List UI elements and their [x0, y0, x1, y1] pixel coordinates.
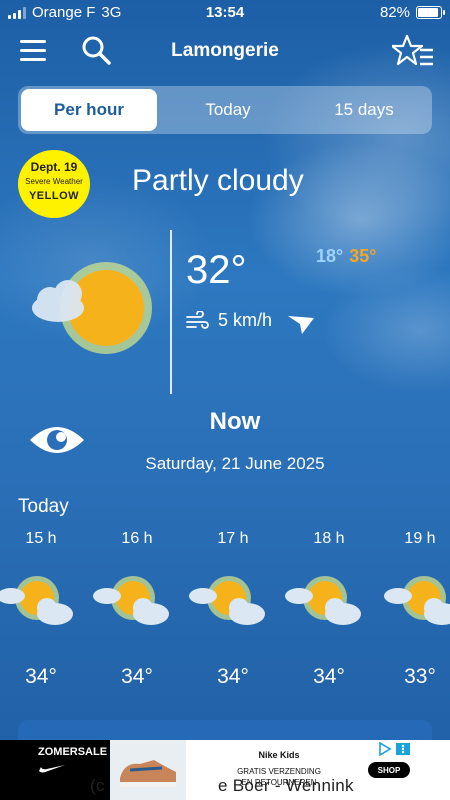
- hour-label: 19 h: [404, 530, 436, 547]
- hourly-item[interactable]: 17 h 34°: [188, 530, 278, 689]
- tab-per-hour[interactable]: Per hour: [21, 89, 157, 131]
- current-temperature: 32°: [186, 248, 247, 292]
- wind-direction-arrow-icon: [288, 316, 314, 334]
- hour-temperature: 34°: [121, 665, 153, 688]
- hour-temperature: 34°: [25, 665, 57, 688]
- divider: [170, 230, 172, 394]
- ad-choices-icon[interactable]: [378, 742, 414, 756]
- weather-alert-badge[interactable]: Dept. 19 Severe Weather YELLOW: [18, 150, 90, 218]
- hour-temperature: 33°: [404, 665, 436, 688]
- app-header: Lamongerie: [0, 32, 450, 72]
- tab-today[interactable]: Today: [160, 86, 296, 134]
- partly-cloudy-icon: [0, 576, 73, 625]
- hour-label: 16 h: [121, 530, 153, 547]
- battery-icon: [416, 6, 445, 19]
- photo-credit-end: e Boer - Wennink: [218, 776, 354, 795]
- hourly-item[interactable]: 15 h 34°: [0, 530, 86, 689]
- wind-info: 5 km/h: [186, 310, 272, 331]
- hour-label: 17 h: [217, 530, 249, 547]
- now-label: Now: [209, 408, 261, 435]
- weather-condition: Partly cloudy: [132, 164, 304, 197]
- battery-percent: 82%: [379, 4, 410, 21]
- alert-type: Severe Weather: [25, 177, 83, 186]
- alert-level: YELLOW: [28, 190, 80, 202]
- ad-brand: Nike Kids: [258, 750, 300, 760]
- shoe-image: [110, 740, 186, 800]
- star-list-icon[interactable]: [392, 34, 434, 68]
- status-bar: Orange F 3G 13:54 82%: [0, 0, 450, 26]
- ad-line-1: GRATIS VERZENDING: [237, 767, 321, 776]
- hour-temperature: 34°: [313, 665, 345, 688]
- hourly-section-title: Today: [18, 496, 69, 517]
- hour-temperature: 34°: [217, 665, 249, 688]
- hour-label: 18 h: [313, 530, 345, 547]
- shop-button[interactable]: SHOP: [368, 762, 410, 778]
- min-temperature: 18°: [316, 246, 344, 266]
- hourly-item[interactable]: 16 h 34°: [92, 530, 182, 689]
- hourly-forecast-list[interactable]: 15 h 34° 16 h 34° 17 h 34° 18 h 34° 19 h: [0, 530, 450, 700]
- min-max-temperature: 18° 35°: [316, 246, 376, 267]
- alert-department: Dept. 19: [30, 160, 78, 174]
- tab-15-days[interactable]: 15 days: [296, 86, 432, 134]
- wind-icon: [186, 310, 209, 329]
- hourly-item[interactable]: 19 h 33°: [380, 530, 450, 689]
- partly-cloudy-icon: [384, 576, 450, 625]
- partly-cloudy-icon: [285, 576, 361, 625]
- swoosh-logo-icon: [39, 765, 65, 773]
- hourly-item[interactable]: 18 h 34°: [284, 530, 374, 689]
- max-temperature: 35°: [349, 246, 377, 266]
- partly-cloudy-icon: [32, 262, 152, 354]
- hour-label: 15 h: [25, 530, 57, 547]
- wind-speed: 5 km/h: [218, 310, 273, 330]
- forecast-tabs: Per hour Today 15 days: [18, 86, 432, 134]
- ad-promo-text: ZOMERSALE: [38, 746, 108, 758]
- current-date: Saturday, 21 June 2025: [145, 454, 325, 473]
- partly-cloudy-icon: [189, 576, 265, 625]
- location-title[interactable]: Lamongerie: [0, 40, 450, 62]
- partly-cloudy-icon: [93, 576, 169, 625]
- photo-credit-start: (c: [90, 776, 105, 795]
